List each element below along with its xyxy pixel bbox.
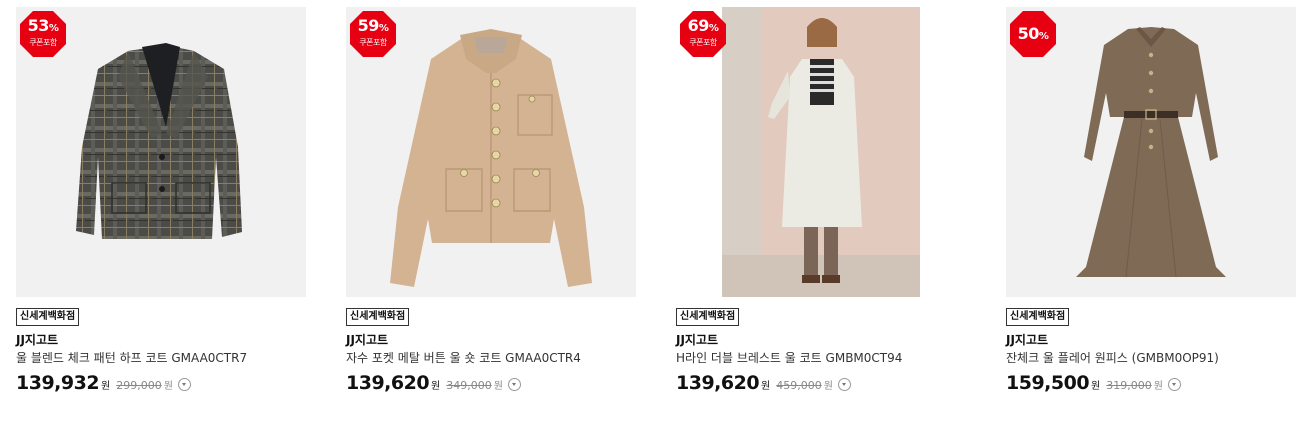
original-price: 319,000 — [1106, 379, 1152, 392]
original-currency-unit: 원 — [1153, 381, 1163, 392]
product-grid: 53% 쿠폰포함 신세계백화점 JJ지고트 울 블렌드 체크 패턴 하프 코트 … — [0, 0, 1297, 423]
store-tag: 신세계백화점 — [16, 308, 80, 326]
original-price: 299,000 — [116, 379, 162, 392]
discount-badge: 53% 쿠폰포함 — [20, 11, 66, 57]
price-row: 159,500 원 319,000 원 — [1006, 372, 1296, 396]
product-name[interactable]: 울 블렌드 체크 패턴 하프 코트 GMAA0CTR7 — [16, 351, 306, 366]
price-row: 139,620 원 349,000 원 — [346, 372, 636, 396]
discount-badge: 59% 쿠폰포함 — [350, 11, 396, 57]
product-name[interactable]: H라인 더블 브레스트 울 코트 GMBM0CT94 — [676, 351, 966, 366]
original-price: 349,000 — [446, 379, 492, 392]
currency-unit: 원 — [1091, 381, 1101, 392]
currency-unit: 원 — [431, 381, 441, 392]
discount-badge: 50% — [1010, 11, 1056, 57]
currency-unit: 원 — [101, 381, 111, 392]
brand-name[interactable]: JJ지고트 — [16, 333, 306, 348]
sale-price: 139,932 — [16, 372, 100, 394]
discount-rate: 59 — [357, 16, 380, 35]
percent-sign: % — [48, 23, 59, 34]
store-tag: 신세계백화점 — [676, 308, 740, 326]
original-currency-unit: 원 — [163, 381, 173, 392]
price-info-chevron-icon[interactable] — [507, 378, 521, 391]
product-card[interactable]: 53% 쿠폰포함 신세계백화점 JJ지고트 울 블렌드 체크 패턴 하프 코트 … — [16, 7, 306, 396]
percent-sign: % — [708, 23, 719, 34]
store-tag: 신세계백화점 — [1006, 308, 1070, 326]
discount-badge: 69% 쿠폰포함 — [680, 11, 726, 57]
product-image-beige-jacket[interactable]: 59% 쿠폰포함 — [346, 7, 636, 297]
original-price: 459,000 — [776, 379, 822, 392]
price-info-chevron-icon[interactable] — [177, 378, 191, 391]
percent-sign: % — [378, 23, 389, 34]
currency-unit: 원 — [761, 381, 771, 392]
product-name[interactable]: 자수 포켓 메탈 버튼 울 숏 코트 GMAA0CTR4 — [346, 351, 636, 366]
percent-sign: % — [1038, 31, 1049, 42]
price-row: 139,932 원 299,000 원 — [16, 372, 306, 396]
product-image-brown-dress[interactable]: 50% — [1006, 7, 1296, 297]
discount-rate: 53 — [27, 16, 50, 35]
product-image-plaid-coat[interactable]: 53% 쿠폰포함 — [16, 7, 306, 297]
brand-name[interactable]: JJ지고트 — [1006, 333, 1296, 348]
discount-rate: 69 — [687, 16, 710, 35]
price-info-chevron-icon[interactable] — [837, 378, 851, 391]
original-currency-unit: 원 — [493, 381, 503, 392]
sale-price: 139,620 — [346, 372, 430, 394]
price-info-chevron-icon[interactable] — [1167, 378, 1181, 391]
product-name[interactable]: 잔체크 울 플레어 원피스 (GMBM0OP91) — [1006, 351, 1296, 366]
product-card[interactable]: 69% 쿠폰포함 신세계백화점 JJ지고트 H라인 더블 브레스트 울 코트 G… — [676, 7, 966, 396]
price-row: 139,620 원 459,000 원 — [676, 372, 966, 396]
original-currency-unit: 원 — [823, 381, 833, 392]
product-card[interactable]: 50% 신세계백화점 JJ지고트 잔체크 울 플레어 원피스 (GMBM0OP9… — [1006, 7, 1296, 396]
coupon-included-label: 쿠폰포함 — [359, 38, 387, 47]
product-card[interactable]: 59% 쿠폰포함 신세계백화점 JJ지고트 자수 포켓 메탈 버튼 울 숏 코트… — [346, 7, 636, 396]
brand-name[interactable]: JJ지고트 — [676, 333, 966, 348]
coupon-included-label: 쿠폰포함 — [29, 38, 57, 47]
product-image-model-coat[interactable]: 69% 쿠폰포함 — [676, 7, 966, 297]
sale-price: 139,620 — [676, 372, 760, 394]
store-tag: 신세계백화점 — [346, 308, 410, 326]
discount-rate: 50 — [1017, 24, 1040, 43]
brand-name[interactable]: JJ지고트 — [346, 333, 636, 348]
sale-price: 159,500 — [1006, 372, 1090, 394]
coupon-included-label: 쿠폰포함 — [689, 38, 717, 47]
